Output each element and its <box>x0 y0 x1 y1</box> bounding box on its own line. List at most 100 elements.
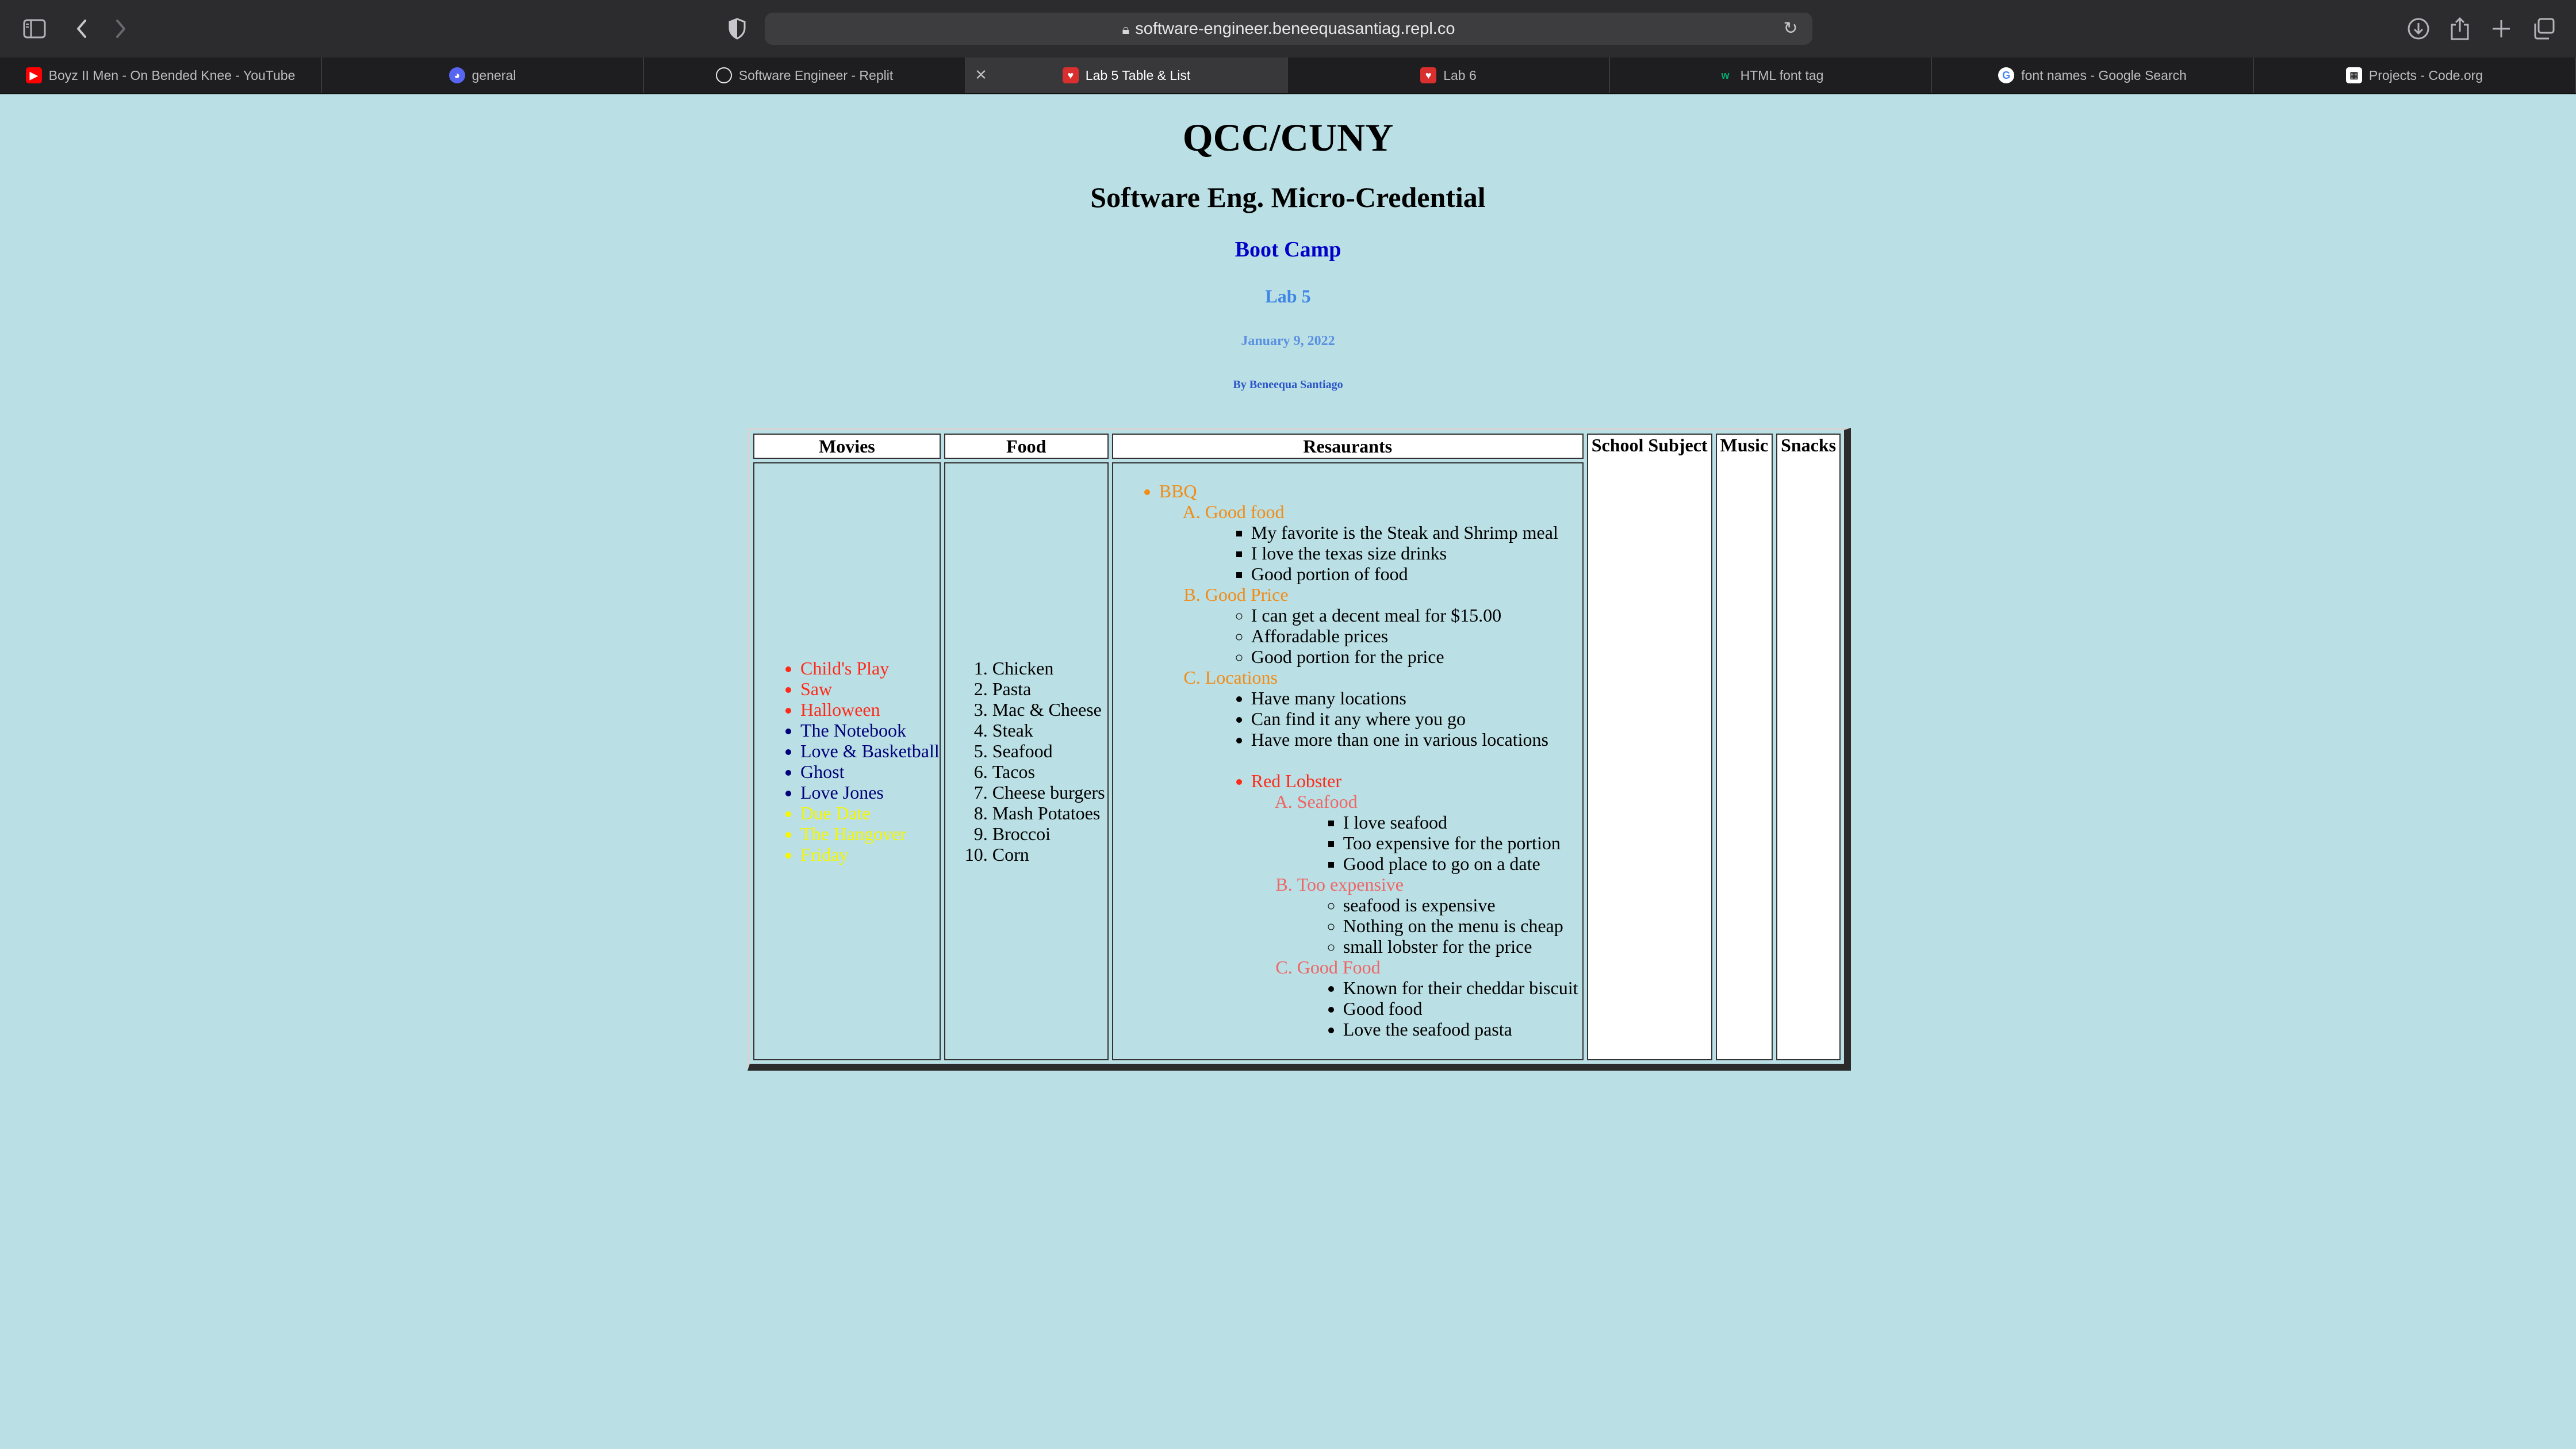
list-item: Have many locations <box>1251 688 1582 708</box>
tab-label: Software Engineer - Replit <box>738 67 894 83</box>
red-lobster-sections: Seafood I love seafood Too expensive for… <box>1251 791 1582 1040</box>
youtube-icon: ▶ <box>25 67 42 83</box>
list-item: Love Jones <box>800 782 940 803</box>
food-list: Chicken Pasta Mac & Cheese Steak Seafood… <box>945 658 1107 865</box>
list-item: Seafood <box>992 741 1107 761</box>
privacy-shield-icon[interactable] <box>723 15 751 43</box>
list-item: I love seafood <box>1343 812 1582 833</box>
section-title: Too expensive <box>1297 874 1404 895</box>
tab-replit[interactable]: Software Engineer - Replit <box>644 57 966 93</box>
list-item: Mac & Cheese <box>992 699 1107 720</box>
list-item: Due Date <box>800 803 940 823</box>
list-item: Love & Basketball <box>800 741 940 761</box>
download-icon[interactable] <box>2405 15 2432 43</box>
tab-google[interactable]: G font names - Google Search <box>1932 57 2254 93</box>
tab-discord[interactable]: ◕ general <box>322 57 644 93</box>
tab-label: Lab 5 Table & List <box>1085 67 1191 83</box>
list-item: Good food My favorite is the Steak and S… <box>1205 501 1582 584</box>
discord-icon: ◕ <box>448 67 465 83</box>
tab-label: Boyz II Men - On Bended Knee - YouTube <box>48 67 296 83</box>
list-item: My favorite is the Steak and Shrimp meal <box>1251 522 1582 543</box>
bbq-sections: Good food My favorite is the Steak and S… <box>1159 501 1582 1040</box>
section-items: Known for their cheddar biscuit Good foo… <box>1297 977 1582 1040</box>
list-item: Halloween <box>800 699 940 720</box>
tab-label: general <box>471 67 516 83</box>
section-items: I can get a decent meal for $15.00 Affor… <box>1205 605 1582 667</box>
new-tab-icon[interactable] <box>2487 15 2515 43</box>
tab-w3schools[interactable]: w HTML font tag <box>1610 57 1932 93</box>
w3-icon: w <box>1721 69 1730 81</box>
section-title: Good food <box>1205 501 1285 522</box>
list-item: Chicken <box>992 658 1107 678</box>
list-item: Good Price I can get a decent meal for $… <box>1205 584 1582 667</box>
lock-icon: 🔒︎ <box>1122 22 1130 37</box>
tab-overview-icon[interactable] <box>2530 15 2558 43</box>
list-item: Seafood I love seafood Too expensive for… <box>1297 791 1582 874</box>
page-subtitle: Software Eng. Micro-Credential <box>1090 181 1486 213</box>
date-heading: January 9, 2022 <box>1241 334 1335 348</box>
tab-bar: ▶ Boyz II Men - On Bended Knee - YouTube… <box>0 57 2576 94</box>
list-item: The Hangover <box>800 823 940 844</box>
list-item: Can find it any where you go <box>1251 708 1582 729</box>
header-food: Food <box>944 434 1109 459</box>
movies-cell: Child's Play Saw Halloween The Notebook … <box>753 462 941 1060</box>
list-item: Pasta <box>992 678 1107 699</box>
forward-arrow-icon[interactable] <box>107 15 135 43</box>
movies-list: Child's Play Saw Halloween The Notebook … <box>754 658 940 865</box>
list-item: Good Food Known for their cheddar biscui… <box>1297 957 1582 1040</box>
browser-toolbar: 🔒︎ software-engineer.beneequasantiag.repl… <box>0 0 2576 57</box>
section-title: Locations <box>1205 667 1278 688</box>
tab-label: HTML font tag <box>1740 67 1824 83</box>
lab-heading: Lab 5 <box>1265 286 1311 306</box>
list-item: Nothing on the menu is cheap <box>1343 915 1582 936</box>
lists-table: Movies Food Resaurants School Subject Mu… <box>747 428 1851 1071</box>
reload-icon[interactable]: ↻ <box>1779 17 1802 40</box>
list-item: The Notebook <box>800 720 940 741</box>
tab-youtube[interactable]: ▶ Boyz II Men - On Bended Knee - YouTube <box>0 57 322 93</box>
section-title: Seafood <box>1297 791 1358 812</box>
google-icon: G <box>1998 67 2015 83</box>
list-item: Too expensive seafood is expensive Nothi… <box>1297 874 1582 957</box>
header-school-subject: School Subject <box>1586 434 1712 1060</box>
back-arrow-icon[interactable] <box>68 15 95 43</box>
codeorg-icon: ▦ <box>2345 67 2362 83</box>
food-cell: Chicken Pasta Mac & Cheese Steak Seafood… <box>944 462 1109 1060</box>
page-icon: ♥ <box>1420 67 1437 83</box>
list-item: Mash Potatoes <box>992 803 1107 823</box>
list-item: Locations Have many locations Can find i… <box>1205 667 1582 1040</box>
tab-lab6[interactable]: ♥ Lab 6 <box>1288 57 1610 93</box>
list-item: Known for their cheddar biscuit <box>1343 977 1582 998</box>
tab-label: Lab 6 <box>1443 67 1477 83</box>
tab-lab5[interactable]: ♥ Lab 5 Table & List <box>966 57 1288 93</box>
list-item: Corn <box>992 844 1107 865</box>
sidebar-toggle-icon[interactable] <box>21 15 48 43</box>
section-items: I love seafood Too expensive for the por… <box>1297 812 1582 874</box>
list-item: Steak <box>992 720 1107 741</box>
restaurants-cell: BBQ Good food My favorite is the Steak a… <box>1111 462 1584 1060</box>
section-title: Good Price <box>1205 584 1289 605</box>
restaurant-item-red-lobster: Red Lobster Seafood I love seafood Too e… <box>1251 770 1582 1040</box>
restaurant-name: BBQ <box>1159 481 1197 501</box>
tab-codeorg[interactable]: ▦ Projects - Code.org <box>2254 57 2576 93</box>
list-spacer <box>1251 750 1582 770</box>
header-snacks: Snacks <box>1776 434 1841 1060</box>
list-item: Tacos <box>992 761 1107 782</box>
page-title: QCC/CUNY <box>1182 116 1394 159</box>
section-title: Good Food <box>1297 957 1381 977</box>
list-item: Afforadable prices <box>1251 626 1582 646</box>
replit-icon <box>715 67 732 83</box>
share-icon[interactable] <box>2446 15 2474 43</box>
section-items: Have many locations Can find it any wher… <box>1205 688 1582 1040</box>
address-bar[interactable]: 🔒︎ software-engineer.beneequasantiag.repl… <box>765 13 1812 45</box>
list-item: Friday <box>800 844 940 865</box>
list-item: Saw <box>800 678 940 699</box>
header-restaurants: Resaurants <box>1111 434 1584 459</box>
close-tab-icon[interactable]: ✕ <box>969 57 992 93</box>
boot-camp-heading: Boot Camp <box>1235 237 1341 262</box>
section-items: My favorite is the Steak and Shrimp meal… <box>1205 522 1582 584</box>
list-item: Good food <box>1343 998 1582 1019</box>
list-item: Cheese burgers <box>992 782 1107 803</box>
list-item: Good portion of food <box>1251 564 1582 584</box>
list-item: small lobster for the price <box>1343 936 1582 957</box>
list-item: Ghost <box>800 761 940 782</box>
